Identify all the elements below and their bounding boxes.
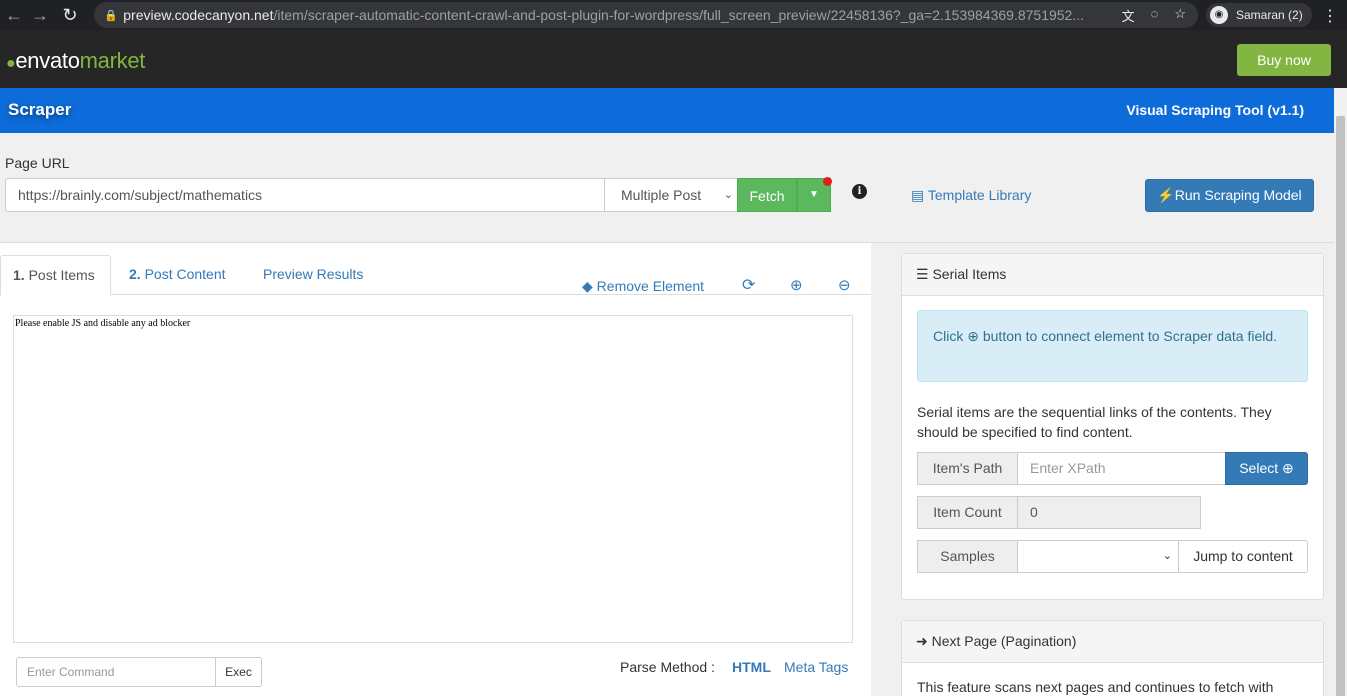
serial-items-panel: ☰ Serial Items Click ⊕ button to connect… <box>901 253 1324 600</box>
lock-icon: 🔒 <box>104 9 118 22</box>
url-section: Page URL https://brainly.com/subject/mat… <box>0 133 1334 243</box>
preview-message: Please enable JS and disable any ad bloc… <box>15 318 191 329</box>
bolt-icon: ⚡ <box>1157 187 1175 203</box>
profile-name: Samaran (2) <box>1236 8 1303 22</box>
menu-kebab-icon[interactable]: ⋮ <box>1322 6 1338 26</box>
crosshair-icon: ⊕ <box>967 328 979 344</box>
translate-icon[interactable]: 文 <box>1122 6 1135 25</box>
pagination-panel: ➜ Next Page (Pagination) This feature sc… <box>901 620 1324 696</box>
serial-description: Serial items are the sequential links of… <box>917 404 1272 440</box>
star-icon[interactable]: ☆ <box>1174 6 1186 25</box>
page-url-label: Page URL <box>5 155 70 171</box>
items-path-input[interactable]: Enter XPath <box>1017 452 1226 485</box>
refresh-icon[interactable]: ⟳ <box>742 267 755 305</box>
chevron-down-icon: ⌄ <box>723 189 733 201</box>
info-icon[interactable]: i <box>852 184 867 199</box>
buy-now-button[interactable]: Buy now <box>1237 44 1331 76</box>
item-count-label: Item Count <box>917 496 1018 529</box>
remove-element-button[interactable]: ◆ Remove Element <box>582 267 704 305</box>
editor-panel: 1. Post Items 2. Post Content Preview Re… <box>0 243 871 696</box>
crosshair-icon: ⊕ <box>1282 460 1294 476</box>
arrow-right-icon: ➜ <box>916 633 928 649</box>
profile-button[interactable]: ◉ Samaran (2) <box>1206 3 1312 27</box>
envato-logo[interactable]: ●envatomarket <box>6 48 145 74</box>
leaf-icon: ● <box>6 55 16 72</box>
eraser-icon: ◆ <box>582 278 593 294</box>
scrollbar-thumb[interactable] <box>1336 116 1345 696</box>
editor-tabs: 1. Post Items 2. Post Content Preview Re… <box>0 255 871 296</box>
list-icon: ☰ <box>916 266 929 282</box>
command-input[interactable]: Enter Command <box>16 657 216 687</box>
serial-info-alert: Click ⊕ button to connect element to Scr… <box>917 310 1308 382</box>
fetch-dropdown-button[interactable]: ▼ <box>797 177 832 212</box>
parse-meta-tags-link[interactable]: Meta Tags <box>784 659 848 675</box>
scraper-brand: Scraper <box>8 100 72 119</box>
eye-slash-icon[interactable]: ◌ <box>1151 6 1159 25</box>
parse-method-label: Parse Method : <box>620 659 715 675</box>
tab-preview-results[interactable]: Preview Results <box>251 255 375 295</box>
forward-arrow-icon[interactable]: → <box>26 5 54 26</box>
post-mode-select[interactable]: Multiple Post ⌄ <box>604 178 738 212</box>
select-button[interactable]: Select ⊕ <box>1225 452 1308 485</box>
pagination-description: This feature scans next pages and contin… <box>917 679 1274 695</box>
samples-label: Samples <box>917 540 1018 573</box>
run-scraping-model-button[interactable]: ⚡Run Scraping Model <box>1145 179 1314 212</box>
tab-post-items[interactable]: 1. Post Items <box>0 255 111 296</box>
tab-post-content[interactable]: 2. Post Content <box>117 255 238 295</box>
samples-select[interactable]: ⌄ <box>1017 540 1179 573</box>
chevron-down-icon: ⌄ <box>1162 550 1172 562</box>
back-arrow-icon[interactable]: ← <box>0 5 28 26</box>
zoom-in-icon[interactable]: ⊕ <box>790 267 803 305</box>
caret-down-icon: ▼ <box>809 189 819 200</box>
url-path: /item/scraper-automatic-content-crawl-an… <box>273 7 1085 23</box>
pagination-heading: ➜ Next Page (Pagination) <box>902 621 1323 663</box>
url-host: preview.codecanyon.net <box>123 7 274 23</box>
browser-toolbar: ← → ↻ 🔒 preview.codecanyon.net /item/scr… <box>0 0 1347 30</box>
jump-to-content-button[interactable]: Jump to content <box>1178 540 1308 573</box>
template-library-link[interactable]: ▤ Template Library <box>911 187 1031 204</box>
fetch-button[interactable]: Fetch <box>737 178 797 212</box>
tool-title: Visual Scraping Tool (v1.1) <box>1126 102 1304 118</box>
page-url-input[interactable]: https://brainly.com/subject/mathematics <box>5 178 605 212</box>
scraper-header: Scraper Visual Scraping Tool (v1.1) <box>0 88 1334 133</box>
address-bar[interactable]: 🔒 preview.codecanyon.net /item/scraper-a… <box>94 2 1198 28</box>
item-count-value: 0 <box>1017 496 1201 529</box>
exec-button[interactable]: Exec <box>215 657 262 687</box>
incognito-avatar-icon: ◉ <box>1210 6 1228 24</box>
book-icon: ▤ <box>911 187 925 203</box>
items-path-label: Item's Path <box>917 452 1018 485</box>
notification-dot <box>823 177 832 186</box>
serial-items-heading: ☰ Serial Items <box>902 254 1323 296</box>
envato-bar: ●envatomarket Buy now <box>0 30 1347 88</box>
page-scrollbar[interactable] <box>1334 88 1347 696</box>
parse-html-link[interactable]: HTML <box>732 659 771 675</box>
zoom-out-icon[interactable]: ⊖ <box>838 267 851 305</box>
reload-icon[interactable]: ↻ <box>56 5 84 26</box>
page-preview-frame[interactable]: Please enable JS and disable any ad bloc… <box>13 315 853 643</box>
